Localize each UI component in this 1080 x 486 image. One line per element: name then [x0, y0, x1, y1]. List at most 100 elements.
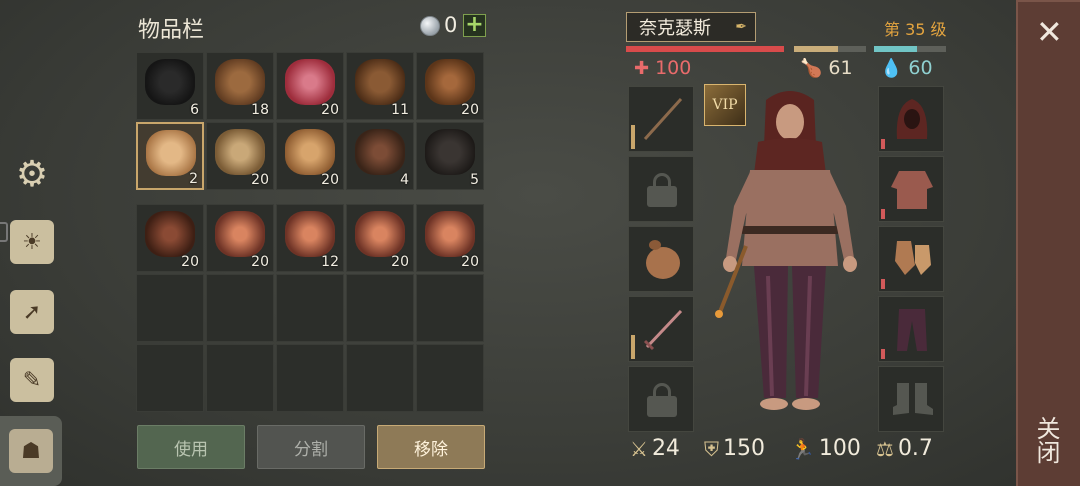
inventory-slot[interactable]: 20 [346, 204, 414, 272]
split-button[interactable]: 分割 [257, 425, 365, 469]
rags-icon [285, 129, 335, 175]
speed-value: 100 [818, 436, 861, 461]
gem-icon [420, 16, 440, 36]
inventory-slot[interactable]: 12 [276, 204, 344, 272]
character-name-box[interactable]: 奈克瑟斯 ✒ [626, 12, 756, 42]
copper-ore-icon [425, 211, 475, 257]
attack-value: 24 [651, 436, 680, 461]
inventory-menu-button[interactable]: ☗ [0, 416, 62, 486]
inventory-slot[interactable]: 20 [206, 204, 274, 272]
raw-meat-icon [285, 59, 335, 105]
inventory-slot-empty[interactable] [276, 344, 344, 412]
inventory-slot-empty[interactable] [206, 344, 274, 412]
item-quantity: 2 [189, 171, 198, 187]
inventory-slot[interactable]: 6 [136, 52, 204, 120]
inventory-slot[interactable]: 20 [276, 122, 344, 190]
add-gems-button[interactable]: + [463, 14, 486, 37]
character-model [715, 91, 857, 410]
inventory-slot[interactable]: 20 [416, 52, 484, 120]
map-menu-button[interactable]: ➚ [6, 286, 58, 338]
hunger-bar [794, 46, 866, 52]
item-quantity: 20 [391, 254, 409, 270]
hunger-value: 61 [828, 57, 853, 79]
boots-slot[interactable] [878, 366, 944, 432]
chest-armor-slot[interactable] [878, 156, 944, 222]
cord-icon [425, 129, 475, 175]
sun-book-icon: ☀ [10, 220, 54, 264]
close-icon[interactable]: ✕ [1036, 16, 1063, 48]
weight-stat: ⚖ 0.7 [876, 436, 933, 461]
quest-menu-button[interactable]: ✎ [6, 354, 58, 406]
water-bar [874, 46, 946, 52]
item-quantity: 20 [251, 172, 269, 188]
scroll-icon: ✎ [10, 358, 54, 402]
head-armor-slot[interactable] [878, 86, 944, 152]
drumstick-icon: 🍗 [800, 57, 823, 79]
armor-stat: ⛨ 150 [704, 436, 765, 461]
use-button[interactable]: 使用 [137, 425, 245, 469]
inventory-slot[interactable]: 20 [416, 204, 484, 272]
pants-slot[interactable] [878, 296, 944, 362]
attack-stat: ⚔ 24 [630, 436, 680, 461]
inventory-slot[interactable]: 20 [276, 52, 344, 120]
cloth-icon [146, 130, 196, 176]
character-level: 第 35 级 [884, 20, 947, 39]
inventory-slot-selected[interactable]: 2 [136, 122, 204, 190]
copper-ore-icon [355, 211, 405, 257]
inventory-slot-empty[interactable] [276, 274, 344, 342]
inventory-slot-empty[interactable] [136, 344, 204, 412]
spear-icon [643, 97, 683, 141]
inventory-slot[interactable]: 20 [136, 204, 204, 272]
inventory-grid: 6 18 20 11 20 2 20 20 4 5 20 20 12 20 20 [136, 52, 488, 414]
side-menu: ⚙ ☀ ➚ ✎ ☗ [0, 0, 64, 486]
inventory-slot[interactable]: 11 [346, 52, 414, 120]
running-icon: 🏃 [790, 436, 815, 461]
lock-icon [647, 173, 677, 207]
close-label[interactable]: 关闭 [1032, 416, 1064, 464]
item-quantity: 18 [251, 102, 269, 118]
pants-icon [897, 309, 927, 351]
item-quantity: 11 [391, 102, 409, 118]
inventory-slot-empty[interactable] [206, 274, 274, 342]
water-value: 60 [908, 57, 933, 79]
gloves-slot[interactable] [878, 226, 944, 292]
item-quantity: 5 [470, 172, 479, 188]
water-drop-icon: 💧 [880, 57, 903, 79]
inventory-slot[interactable]: 18 [206, 52, 274, 120]
water-stat: 💧 60 [880, 57, 933, 79]
inventory-slot-empty[interactable] [416, 344, 484, 412]
bag-slot[interactable] [628, 226, 694, 292]
copper-ore-icon [285, 211, 335, 257]
health-cross-icon: ✚ [634, 57, 650, 79]
remove-button[interactable]: 移除 [377, 425, 485, 469]
crafting-menu-button[interactable]: ⚙ [6, 148, 58, 200]
inventory-slot[interactable]: 4 [346, 122, 414, 190]
inventory-title: 物品栏 [138, 18, 205, 43]
sword-icon [643, 309, 683, 351]
weapon-slot-1[interactable] [628, 86, 694, 152]
weapon-slot-2[interactable] [628, 296, 694, 362]
rope-icon [215, 129, 265, 175]
arrow-map-icon: ➚ [10, 290, 54, 334]
inventory-slot-empty[interactable] [346, 274, 414, 342]
lock-icon [647, 383, 677, 417]
health-bar [626, 46, 784, 52]
health-stat: ✚ 100 [634, 57, 691, 79]
weight-icon: ⚖ [876, 436, 894, 461]
gem-count: 0 [444, 13, 458, 37]
inventory-slot-empty[interactable] [416, 274, 484, 342]
locked-slot [628, 156, 694, 222]
close-panel[interactable]: ✕ 关闭 [1016, 0, 1080, 486]
inventory-slot-empty[interactable] [136, 274, 204, 342]
item-quantity: 20 [251, 254, 269, 270]
inventory-slot[interactable]: 5 [416, 122, 484, 190]
jacket-icon [891, 171, 933, 209]
copper-ore-icon [215, 211, 265, 257]
scrap-bundle-icon [145, 211, 195, 257]
inventory-slot[interactable]: 20 [206, 122, 274, 190]
skills-menu-button[interactable]: ☀ [6, 216, 58, 268]
inventory-slot-empty[interactable] [346, 344, 414, 412]
edit-name-quill-icon[interactable]: ✒ [735, 19, 747, 35]
hunger-stat: 🍗 61 [800, 57, 853, 79]
weight-value: 0.7 [897, 436, 933, 461]
